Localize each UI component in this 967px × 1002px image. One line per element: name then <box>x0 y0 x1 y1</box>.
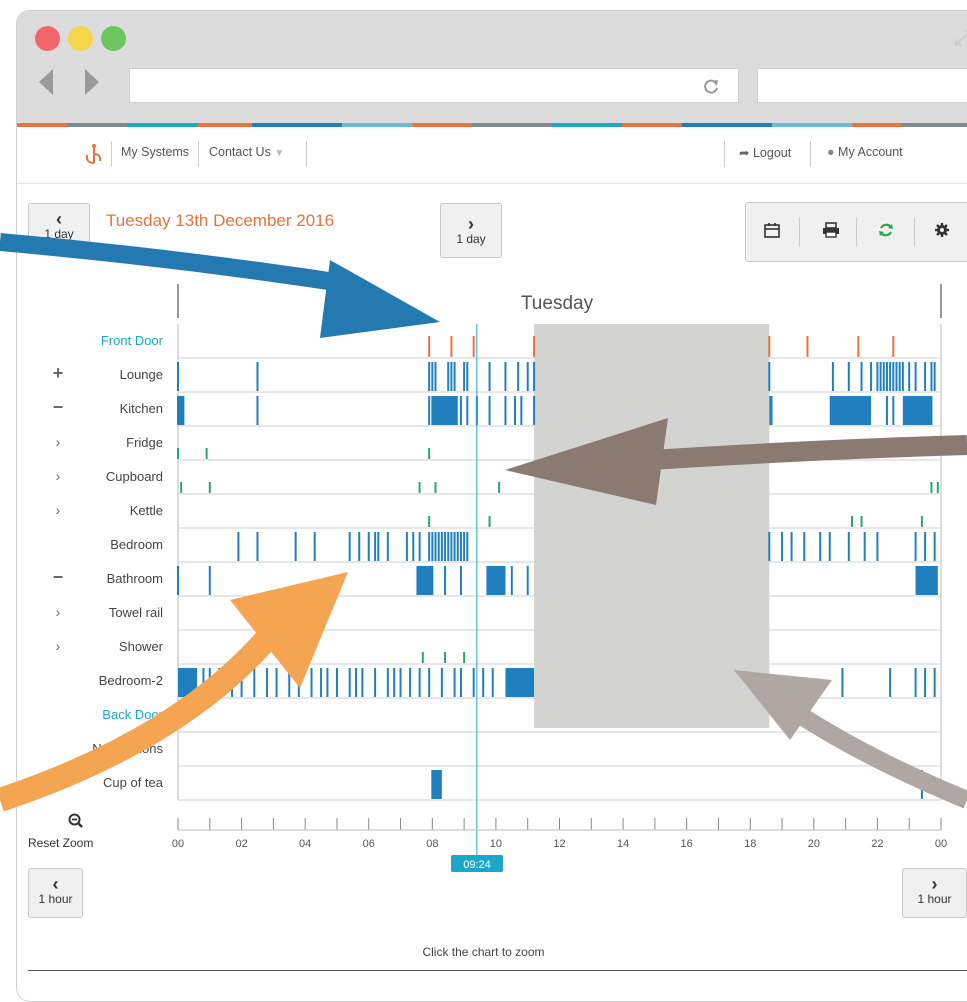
event-block <box>432 396 458 425</box>
zoom-out-icon[interactable] <box>68 813 84 829</box>
event-block <box>178 396 185 425</box>
timeline-chart[interactable]: Tuesday 00 02 04 06 08 10 12 14 16 18 20 22 00 09:24 <box>0 0 967 973</box>
event-block <box>915 566 938 595</box>
shaded-region <box>534 324 770 728</box>
cursor-time-label: 09:24 <box>463 859 491 871</box>
axis-tick-label: 16 <box>681 838 693 850</box>
axis-tick-label: 22 <box>871 838 883 850</box>
event-block <box>829 396 872 425</box>
event-block <box>505 668 535 697</box>
axis-tick-label: 10 <box>490 838 502 850</box>
axis-tick-label: 14 <box>617 838 629 850</box>
chevron-right-icon[interactable]: › <box>48 468 68 484</box>
chevron-right-icon: › <box>931 874 938 894</box>
chevron-right-icon[interactable]: › <box>48 502 68 518</box>
next-hour-label: 1 hour <box>917 892 952 906</box>
reset-zoom-link[interactable]: Reset Zoom <box>28 836 93 850</box>
next-hour-button[interactable]: › 1 hour <box>902 868 967 918</box>
collapse-icon[interactable]: − <box>48 567 68 588</box>
axis-tick-label: 20 <box>808 838 820 850</box>
chevron-right-icon[interactable]: › <box>48 434 68 450</box>
chevron-right-icon[interactable]: › <box>48 638 68 654</box>
event-block <box>178 668 198 697</box>
axis-tick-label: 00 <box>935 838 947 850</box>
prev-hour-button[interactable]: ‹ 1 hour <box>28 868 83 918</box>
axis-tick-label: 06 <box>363 838 375 850</box>
footer-divider <box>28 970 967 971</box>
event-block <box>416 566 433 595</box>
zoom-hint: Click the chart to zoom <box>422 945 545 959</box>
axis-tick-label: 00 <box>172 838 184 850</box>
row-label-cup-of-tea: Cup of tea <box>103 775 163 790</box>
chevron-right-icon[interactable]: › <box>48 604 68 620</box>
row-label-back-door: Back Door <box>102 707 163 722</box>
x-axis: 00 02 04 06 08 10 12 14 16 18 20 22 00 <box>172 818 947 850</box>
axis-tick-label: 02 <box>235 838 247 850</box>
row-label-notifications: Notifications <box>92 741 163 756</box>
row-label-bedroom-2: Bedroom-2 <box>98 673 163 688</box>
event-block <box>902 396 932 425</box>
row-label-bedroom: Bedroom <box>110 537 163 552</box>
event-block <box>769 396 773 425</box>
axis-tick-label: 04 <box>299 838 311 850</box>
expand-icon[interactable]: + <box>48 363 68 384</box>
axis-tick-label: 08 <box>426 838 438 850</box>
event-block <box>432 770 442 799</box>
chevron-left-icon: ‹ <box>52 874 59 894</box>
axis-tick-label: 18 <box>744 838 756 850</box>
event-block <box>486 566 506 595</box>
row-label-front-door: Front Door <box>100 333 163 348</box>
axis-tick-label: 12 <box>553 838 565 850</box>
prev-hour-label: 1 hour <box>38 892 73 906</box>
collapse-icon[interactable]: − <box>48 397 68 418</box>
chart-title: Tuesday <box>521 293 594 314</box>
